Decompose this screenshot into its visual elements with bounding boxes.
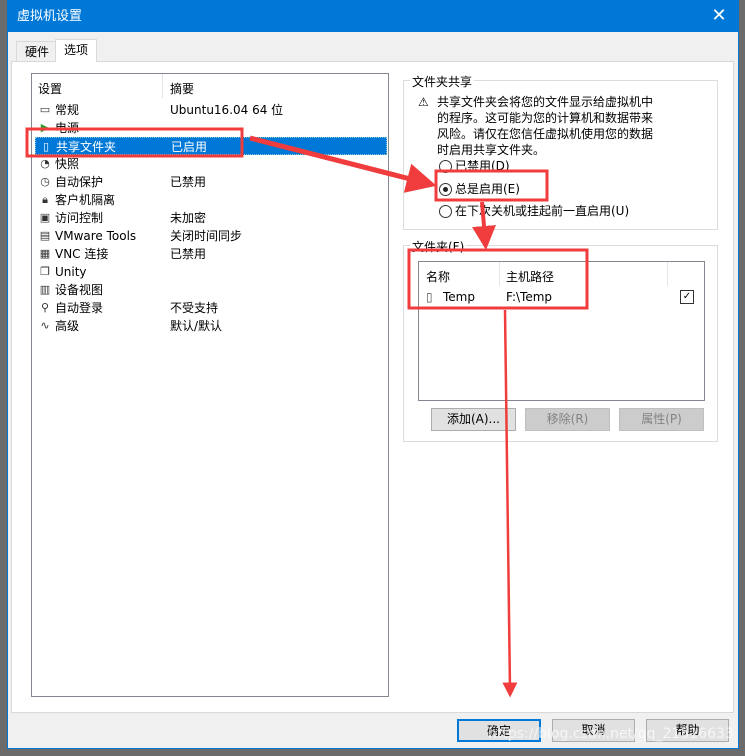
annotation-box <box>25 127 244 158</box>
annotation-box <box>434 169 549 202</box>
tab-options[interactable]: 选项 <box>55 39 98 62</box>
annotation-arrow <box>472 201 496 250</box>
annotation-box <box>407 248 589 310</box>
annotation-arrow <box>502 309 518 698</box>
annotation-arrow <box>249 135 437 193</box>
annotation-overlay <box>25 127 589 698</box>
